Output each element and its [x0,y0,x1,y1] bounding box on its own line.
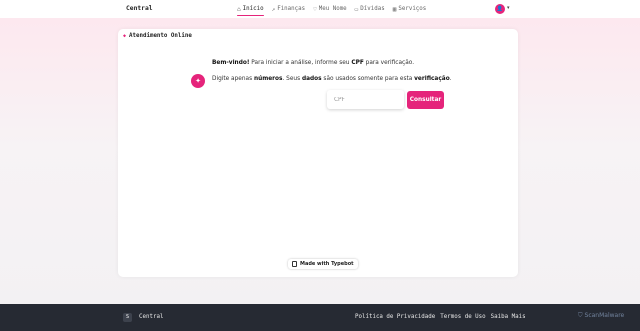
nav-label: Finanças [277,6,306,12]
nav-item-inicio[interactable]: ⌂ Início [237,0,264,18]
diamond-icon: ◆ [123,33,127,39]
nav-label: Serviços [398,6,427,12]
footer-link-termos[interactable]: Termos de Uso [440,314,485,320]
watermark: ⛉ ScanMalware [578,312,624,320]
wallet-icon: ▭ [354,5,359,13]
consultar-button[interactable]: Consultar [407,91,444,109]
user-icon: 👤 [496,6,504,12]
msg-text: para verificação. [363,60,415,66]
typebot-badge[interactable]: Made with Typebot [288,259,358,269]
footer-logo: S [123,313,132,322]
home-icon: ⌂ [237,5,241,13]
user-avatar[interactable]: 👤 [495,4,505,14]
footer-link-privacidade[interactable]: Política de Privacidade [355,314,435,320]
watermark-text: ScanMalware [584,312,625,319]
heart-icon: ♡ [313,5,317,13]
msg-text: . [449,76,452,82]
footer-links: Política de Privacidade Termos de Uso Sa… [355,314,531,320]
nav-label: Início [242,6,264,12]
footer-link-saiba-mais[interactable]: Saiba Mais [491,314,526,320]
msg-bold: números [253,76,283,82]
footer: S Central Política de Privacidade Termos… [0,304,640,331]
nav-item-servicos[interactable]: ▦ Serviços [393,0,427,18]
msg-bold: Bem-vindo! [212,60,250,66]
nav-item-meu-nome[interactable]: ♡ Meu Nome [313,0,347,18]
bot-message-welcome: Bem-vindo! Para iniciar a análise, infor… [212,60,414,66]
nav-label: Dívidas [360,6,385,12]
grid-icon: ▦ [392,5,397,13]
main-nav: ⌂ Início ↗ Finanças ♡ Meu Nome ▭ Dívidas… [237,0,434,18]
nav-item-dividas[interactable]: ▭ Dívidas [355,0,385,18]
msg-bold: CPF [351,60,364,66]
msg-text: Digite apenas [212,76,254,82]
msg-text: . Seus [282,76,302,82]
trend-icon: ↗ [271,5,276,13]
typebot-badge-label: Made with Typebot [300,261,354,267]
chat-title: ◆ Atendimento Online [123,33,192,39]
shield-icon: ⛉ [578,312,583,319]
msg-bold: dados [301,76,322,82]
chat-title-text: Atendimento Online [129,33,192,39]
footer-brand[interactable]: Central [139,314,163,320]
bot-message-instructions: Digite apenas números. Seus dados são us… [212,76,452,82]
msg-bold: verificação [414,76,450,82]
nav-item-financas[interactable]: ↗ Finanças [272,0,306,18]
brand-name[interactable]: Central [126,5,153,12]
nav-label: Meu Nome [318,6,347,12]
typebot-icon [292,261,297,267]
msg-text: Para iniciar a análise, informe seu [249,60,352,66]
chat-card: ◆ Atendimento Online Bem-vindo! Para ini… [118,29,518,277]
cpf-input[interactable] [327,90,404,109]
top-navbar: Central ⌂ Início ↗ Finanças ♡ Meu Nome ▭… [0,0,640,18]
bot-avatar-icon: ✦ [191,74,205,88]
chevron-down-icon[interactable]: ▾ [507,5,510,11]
msg-text: são usados somente para esta [321,76,415,82]
